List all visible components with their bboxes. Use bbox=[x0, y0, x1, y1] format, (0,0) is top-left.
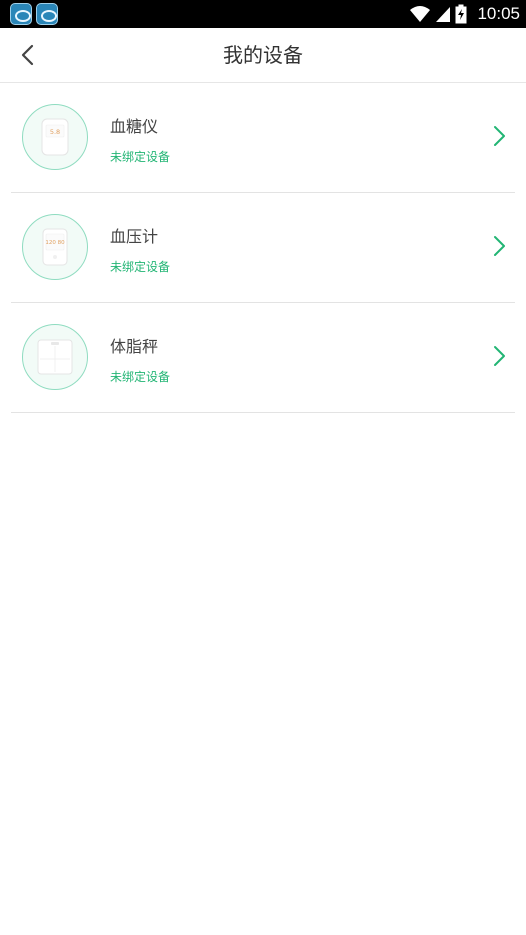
glucose-meter-icon: 5.8 bbox=[41, 118, 69, 156]
chevron-right-icon bbox=[494, 126, 505, 146]
device-thumbnail bbox=[22, 324, 88, 390]
wifi-icon bbox=[410, 6, 431, 22]
app-icon bbox=[10, 3, 32, 25]
blood-pressure-reading: 120 80 bbox=[45, 240, 65, 246]
device-item-body-fat-scale[interactable]: 体脂秤 未绑定设备 bbox=[11, 303, 515, 413]
app-header: 我的设备 bbox=[0, 28, 526, 83]
page-title: 我的设备 bbox=[223, 43, 303, 67]
device-status: 未绑定设备 bbox=[110, 260, 171, 274]
body-fat-scale-icon bbox=[37, 339, 73, 375]
status-indicators: 10:05 bbox=[409, 0, 520, 28]
chevron-right-icon bbox=[494, 236, 505, 256]
device-thumbnail: 120 80 bbox=[22, 214, 88, 280]
device-name: 血糖仪 bbox=[110, 117, 159, 136]
status-time: 10:05 bbox=[477, 4, 520, 23]
device-name: 血压计 bbox=[110, 227, 159, 246]
chevron-right-icon bbox=[494, 346, 505, 366]
device-list: 5.8 血糖仪 未绑定设备 120 80 血压计 未绑定设备 体脂秤 未绑定设备 bbox=[0, 83, 526, 413]
device-status: 未绑定设备 bbox=[110, 370, 171, 384]
device-status: 未绑定设备 bbox=[110, 150, 171, 164]
status-bar: 10:05 bbox=[0, 0, 526, 28]
signal-icon bbox=[436, 7, 451, 22]
app-icon bbox=[36, 3, 58, 25]
glucose-meter-reading: 5.8 bbox=[50, 128, 60, 136]
device-name: 体脂秤 bbox=[110, 337, 159, 356]
battery-charging-icon bbox=[455, 4, 467, 24]
device-item-blood-pressure-monitor[interactable]: 120 80 血压计 未绑定设备 bbox=[11, 193, 515, 303]
device-thumbnail: 5.8 bbox=[22, 104, 88, 170]
blood-pressure-monitor-icon: 120 80 bbox=[42, 228, 68, 266]
device-item-glucose-meter[interactable]: 5.8 血糖仪 未绑定设备 bbox=[11, 83, 515, 193]
